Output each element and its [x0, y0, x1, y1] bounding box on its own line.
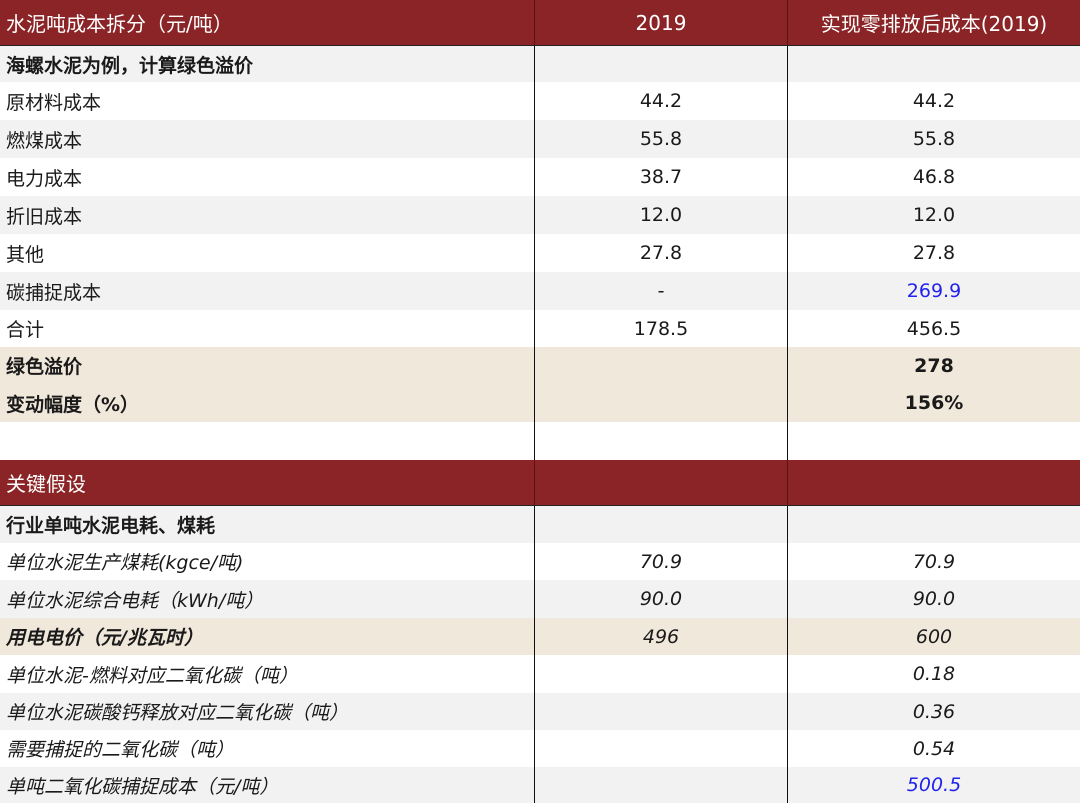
table-row: 原材料成本 44.2 44.2	[0, 82, 1080, 120]
row-label: 需要捕捉的二氧化碳（吨）	[6, 739, 235, 761]
section-title: 行业单吨水泥电耗、煤耗	[6, 515, 216, 537]
empty-cell	[534, 506, 787, 543]
value-2019	[534, 767, 787, 803]
table-row-total: 合计 178.5 456.5	[0, 310, 1080, 347]
value-2019: 90.0	[534, 580, 787, 618]
table-row: 需要捕捉的二氧化碳（吨） 0.54	[0, 730, 1080, 767]
value-zero: 0.54	[787, 730, 1080, 767]
row-label: 其他	[6, 243, 45, 266]
value-2019: 38.7	[534, 158, 787, 196]
row-label: 燃煤成本	[6, 129, 83, 152]
value-zero: 12.0	[787, 196, 1080, 234]
spacer-row	[0, 422, 1080, 460]
row-label: 单位水泥综合电耗（kWh/吨）	[6, 589, 264, 612]
empty-cell	[534, 347, 787, 384]
row-label: 电力成本	[6, 167, 83, 190]
assumptions-header: 关键假设	[0, 460, 1080, 505]
table-row: 单吨二氧化碳捕捉成本（元/吨） 500.5	[0, 767, 1080, 803]
table-row: 燃煤成本 55.8 55.8	[0, 120, 1080, 158]
value-2019: 27.8	[534, 234, 787, 272]
value-2019	[534, 730, 787, 767]
value-2019	[534, 693, 787, 730]
table-row: 其他 27.8 27.8	[0, 234, 1080, 272]
value-zero: 70.9	[787, 543, 1080, 580]
row-label: 折旧成本	[6, 205, 83, 228]
empty-cell	[787, 460, 1080, 505]
row-label: 单位水泥-燃料对应二氧化碳（吨）	[6, 664, 298, 687]
value-2019: 55.8	[534, 120, 787, 158]
row-label: 原材料成本	[6, 91, 102, 114]
assumptions-title: 关键假设	[6, 472, 86, 496]
section-title: 海螺水泥为例，计算绿色溢价	[6, 54, 254, 77]
table-row: 折旧成本 12.0 12.0	[0, 196, 1080, 234]
value-2019: -	[534, 272, 787, 310]
value-zero: 27.8	[787, 234, 1080, 272]
value-zero: 0.36	[787, 693, 1080, 730]
value-zero: 600	[787, 618, 1080, 655]
green-premium-value: 278	[787, 347, 1080, 384]
section-title-row: 海螺水泥为例，计算绿色溢价	[0, 45, 1080, 82]
row-label: 绿色溢价	[6, 356, 83, 378]
change-rate-value: 156%	[787, 384, 1080, 422]
value-2019: 496	[534, 618, 787, 655]
cost-table: 水泥吨成本拆分（元/吨） 2019 实现零排放后成本(2019) 海螺水泥为例，…	[0, 0, 1080, 803]
table-row: 电力成本 38.7 46.8	[0, 158, 1080, 196]
value-zero: 269.9	[787, 272, 1080, 310]
row-label: 变动幅度（%）	[6, 393, 140, 416]
value-zero: 55.8	[787, 120, 1080, 158]
value-2019	[534, 655, 787, 693]
empty-cell	[787, 506, 1080, 543]
table-row: 碳捕捉成本 - 269.9	[0, 272, 1080, 310]
table-row-highlight: 用电电价（元/兆瓦时） 496 600	[0, 618, 1080, 655]
row-label: 合计	[6, 319, 45, 341]
header-col-2019: 2019	[534, 0, 787, 45]
empty-cell	[534, 422, 787, 460]
value-zero: 44.2	[787, 82, 1080, 120]
empty-cell	[534, 384, 787, 422]
empty-cell	[787, 422, 1080, 460]
header-col-zero-emission: 实现零排放后成本(2019)	[787, 0, 1080, 45]
table-row: 单位水泥生产煤耗(kgce/吨) 70.9 70.9	[0, 543, 1080, 580]
header-col-category: 水泥吨成本拆分（元/吨）	[6, 12, 233, 36]
row-label: 单位水泥碳酸钙释放对应二氧化碳（吨）	[6, 702, 349, 724]
row-label: 单位水泥生产煤耗(kgce/吨)	[6, 552, 244, 574]
row-label: 碳捕捉成本	[6, 281, 102, 304]
value-2019: 44.2	[534, 82, 787, 120]
value-zero: 0.18	[787, 655, 1080, 693]
table-row: 单位水泥碳酸钙释放对应二氧化碳（吨） 0.36	[0, 693, 1080, 730]
value-zero: 500.5	[787, 767, 1080, 803]
empty-cell	[787, 46, 1080, 82]
table-row: 单位水泥综合电耗（kWh/吨） 90.0 90.0	[0, 580, 1080, 618]
value-zero: 456.5	[787, 310, 1080, 347]
value-zero: 90.0	[787, 580, 1080, 618]
value-2019: 12.0	[534, 196, 787, 234]
value-2019: 178.5	[534, 310, 787, 347]
section-title-row: 行业单吨水泥电耗、煤耗	[0, 505, 1080, 543]
empty-cell	[534, 46, 787, 82]
table-header: 水泥吨成本拆分（元/吨） 2019 实现零排放后成本(2019)	[0, 0, 1080, 45]
green-premium-row: 绿色溢价 278	[0, 347, 1080, 384]
value-2019: 70.9	[534, 543, 787, 580]
value-zero: 46.8	[787, 158, 1080, 196]
row-label: 用电电价（元/兆瓦时）	[6, 627, 203, 649]
table-row: 单位水泥-燃料对应二氧化碳（吨） 0.18	[0, 655, 1080, 693]
change-rate-row: 变动幅度（%） 156%	[0, 384, 1080, 422]
row-label: 单吨二氧化碳捕捉成本（元/吨）	[6, 775, 279, 798]
empty-cell	[534, 460, 787, 505]
